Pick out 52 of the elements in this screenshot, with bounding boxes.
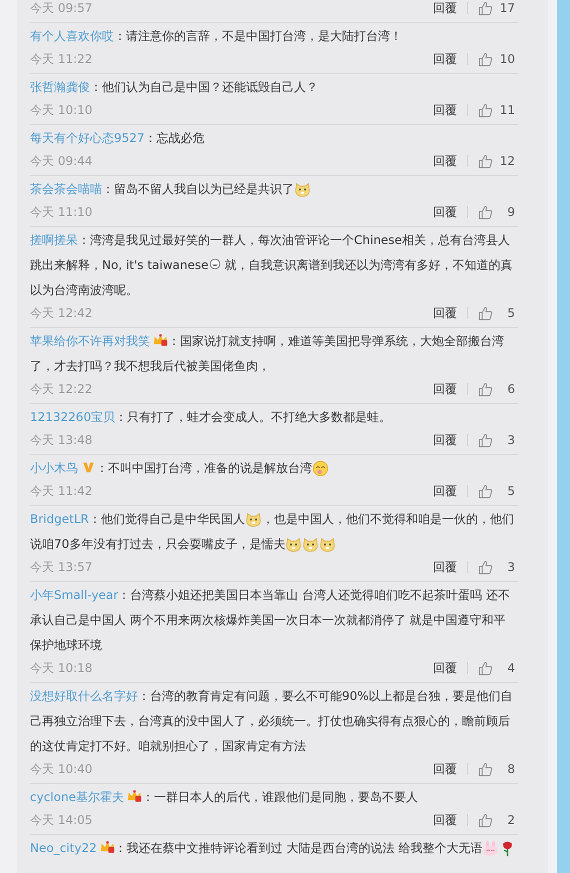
reply-link[interactable]: 回覆 — [433, 482, 457, 500]
comment-time: 今天 13:57 — [30, 558, 94, 576]
comment-text: 没想好取什么名字好：台湾的教育肯定有问题，要么不可能90%以上都是台独，要是他们自己再独立治理下去，台湾真的没中国人了，必须统一。打仗也确实得有点狠心的，瞻前顾后的这仗肯定打不好。咱就别担心了，国家肯定有方法 — [30, 688, 514, 755]
like-count: 2 — [506, 813, 515, 827]
like-count: 8 — [506, 762, 515, 776]
reply-link[interactable]: 回覆 — [433, 812, 457, 828]
like-count: 12 — [498, 154, 515, 168]
reply-link[interactable]: 回覆 — [433, 760, 457, 778]
reply-link[interactable]: 回覆 — [433, 102, 457, 118]
comment-time: 今天 10:18 — [30, 660, 94, 676]
comment-time: 今天 12:22 — [30, 380, 94, 398]
reply-link[interactable]: 回覆 — [433, 304, 457, 322]
like-count: 11 — [498, 103, 515, 117]
reply-link[interactable]: 回覆 — [433, 152, 457, 170]
reply-link[interactable]: 回覆 — [433, 204, 457, 220]
comment-text: BridgetLR：他们觉得自己是中华民国人 ，也是中国人，他们不觉得和咱是一伙的，他们说咱70多年没有打过去，只会耍嘴皮子，是懦夫 — [30, 507, 515, 557]
like-count: 3 — [506, 560, 515, 574]
comment-text: 搓啊搓呆：湾湾是我见过最好笑的一群人，每次油管评论一个Chinese相关，总有台湾县人跳出来解释，No, it's taiwanese 就，自我意识离谱到我还以为湾湾有多好，不知道的真以为台湾南波湾呢。 — [30, 232, 514, 299]
comment-time: 今天 10:40 — [30, 760, 94, 778]
like-count: 6 — [506, 382, 515, 396]
like-count: 10 — [498, 52, 515, 66]
reply-link[interactable]: 回覆 — [433, 558, 457, 576]
reply-link[interactable]: 回覆 — [433, 432, 457, 448]
comment-text: Neo_city22 ：我还在蔡中文推特评论看到过 大陆是西台湾的说法 给我整个大无语 — [30, 836, 535, 861]
comment-text: 张哲瀚龚俊：他们认为自己是中国？还能诋毁自己人？ — [30, 79, 319, 96]
comment-time: 今天 10:10 — [30, 102, 94, 118]
like-count: 17 — [498, 1, 515, 15]
comment-time: 今天 09:44 — [30, 152, 94, 170]
comment-time: 今天 12:42 — [30, 304, 94, 322]
comment-text: 每天有个好心态9527：忘战必危 — [30, 130, 206, 147]
reply-link[interactable]: 回覆 — [433, 380, 457, 398]
comment-time: 今天 14:05 — [30, 812, 94, 828]
like-count: 5 — [506, 306, 515, 320]
like-count: 3 — [506, 433, 515, 447]
comment-time: 今天 11:22 — [30, 50, 94, 68]
comment-text: 有个人喜欢你哎：请注意你的言辞，不是中国打台湾，是大陆打台湾！ — [30, 28, 403, 45]
like-count: 5 — [506, 484, 515, 498]
comment-time: 今天 11:10 — [30, 204, 94, 220]
reply-link[interactable]: 回覆 — [433, 0, 457, 16]
comment-text: 12132260宝贝：只有打了，蛙才会变成人。不打绝大多数都是蛙。 — [30, 409, 392, 426]
reply-link[interactable]: 回覆 — [433, 660, 457, 676]
comment-text: 苹果给你不许再对我笑 ：国家说打就支持啊，难道等美国把导弹系统，大炮全部搬台湾了，才去打吗？我不想我后代被美国佬鱼肉， — [30, 332, 505, 375]
comment-time: 今天 09:57 — [30, 0, 94, 16]
comment-time: 今天 13:48 — [30, 432, 94, 448]
like-count: 4 — [506, 661, 515, 675]
comment-text: 茶会茶会喵喵：留岛不留人我自以为已经是共识了 — [30, 177, 515, 202]
comment-time: 今天 11:42 — [30, 482, 94, 500]
comment-text: 小小木鸟 ：不叫中国打台湾，准备的说是解放台湾 — [30, 456, 515, 481]
comment-text: 小年Small-year：台湾蔡小姐还把美国日本当靠山 台湾人还觉得咱们吃不起茶叶蛋吗 还不承认自己是中国人 两个不用来两次核爆炸美国一次日本一次就都消停了 就是中国遵守和平保护地球环境 — [30, 587, 511, 654]
like-count: 9 — [506, 205, 515, 219]
comment-text: cyclone基尔霍夫 ：一群日本人的后代，谁跟他们是同胞，要岛不要人 — [30, 788, 419, 806]
reply-link[interactable]: 回覆 — [433, 50, 457, 68]
